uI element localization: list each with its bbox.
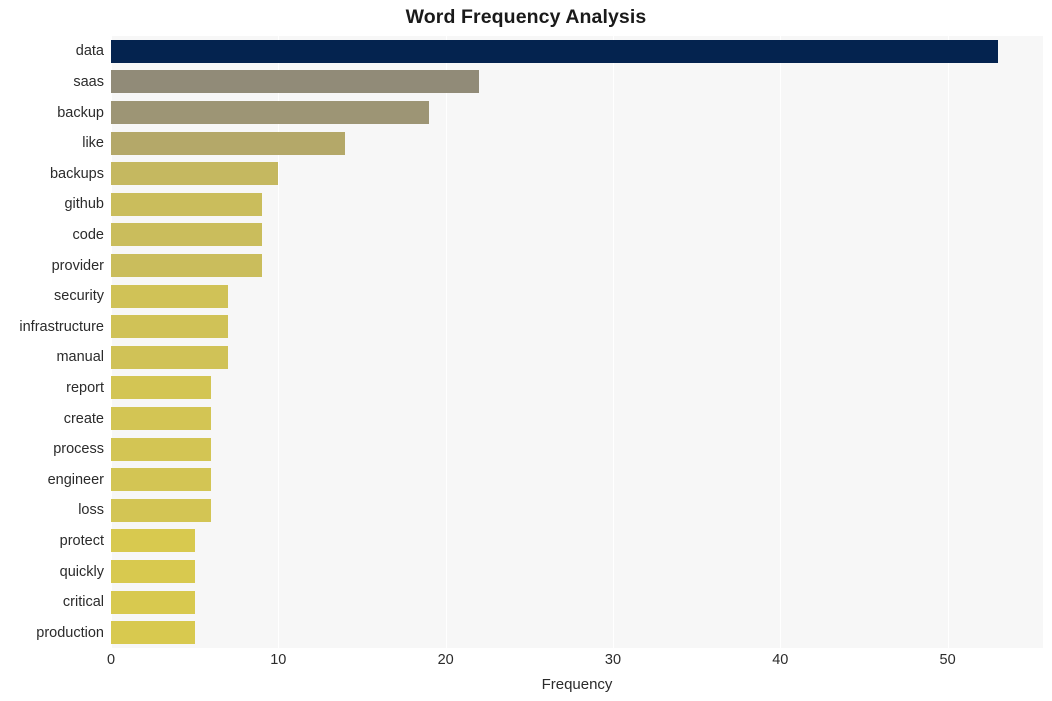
bar bbox=[111, 621, 195, 645]
bar bbox=[111, 284, 229, 308]
y-axis-label: infrastructure bbox=[19, 318, 104, 335]
y-axis-label: like bbox=[82, 135, 104, 152]
x-axis-tick-label: 10 bbox=[270, 652, 287, 668]
bar bbox=[111, 407, 212, 430]
bar bbox=[111, 498, 212, 522]
x-axis-tick-label: 50 bbox=[939, 652, 956, 668]
word-frequency-chart: Word Frequency Analysis data saas backup li… bbox=[0, 0, 1052, 701]
bar bbox=[111, 376, 212, 400]
y-axis-label: security bbox=[54, 288, 104, 305]
y-axis-label: report bbox=[66, 379, 104, 396]
bar bbox=[111, 131, 346, 155]
y-axis-label: engineer bbox=[47, 471, 104, 488]
bar bbox=[111, 223, 262, 247]
y-axis-label: production bbox=[36, 624, 104, 641]
x-axis-title: Frequency bbox=[541, 676, 613, 693]
chart-title: Word Frequency Analysis bbox=[405, 6, 647, 28]
bar bbox=[111, 254, 262, 277]
y-axis-label: saas bbox=[73, 73, 104, 90]
y-axis-label: create bbox=[63, 410, 104, 427]
y-axis-label: data bbox=[75, 43, 104, 60]
bar bbox=[111, 101, 429, 124]
x-axis-tick-label: 0 bbox=[106, 652, 116, 668]
x-axis-tick-label: 30 bbox=[604, 652, 622, 668]
y-axis-label: loss bbox=[78, 502, 104, 519]
bar bbox=[111, 70, 480, 94]
bar bbox=[111, 468, 212, 492]
bar bbox=[111, 345, 229, 369]
bar bbox=[111, 529, 195, 553]
bar bbox=[111, 590, 195, 614]
x-axis-tick-label: 40 bbox=[772, 652, 789, 668]
bar bbox=[111, 39, 998, 63]
bar bbox=[111, 315, 229, 339]
y-axis-label: protect bbox=[59, 532, 104, 549]
y-axis-label: process bbox=[53, 441, 104, 458]
bar bbox=[111, 560, 195, 583]
y-axis-label: provider bbox=[51, 257, 104, 274]
y-axis-label: quickly bbox=[59, 563, 104, 580]
y-axis-label: github bbox=[64, 196, 104, 213]
y-axis-labels: data saas backup like backups github code provi… bbox=[0, 36, 104, 648]
y-axis-label: manual bbox=[56, 349, 104, 366]
y-axis-label: backups bbox=[49, 165, 104, 182]
y-axis-label: critical bbox=[62, 594, 104, 611]
x-axis-tick-label: 20 bbox=[437, 652, 454, 668]
y-axis-label: code bbox=[72, 226, 104, 243]
bars-container bbox=[111, 36, 1043, 648]
bar bbox=[111, 437, 212, 461]
bar bbox=[111, 192, 262, 216]
bar bbox=[111, 162, 279, 186]
plot-area bbox=[111, 36, 1043, 648]
x-axis-tick-labels: 0 10 20 30 40 50 bbox=[0, 653, 1052, 675]
y-axis-label: backup bbox=[57, 104, 104, 121]
